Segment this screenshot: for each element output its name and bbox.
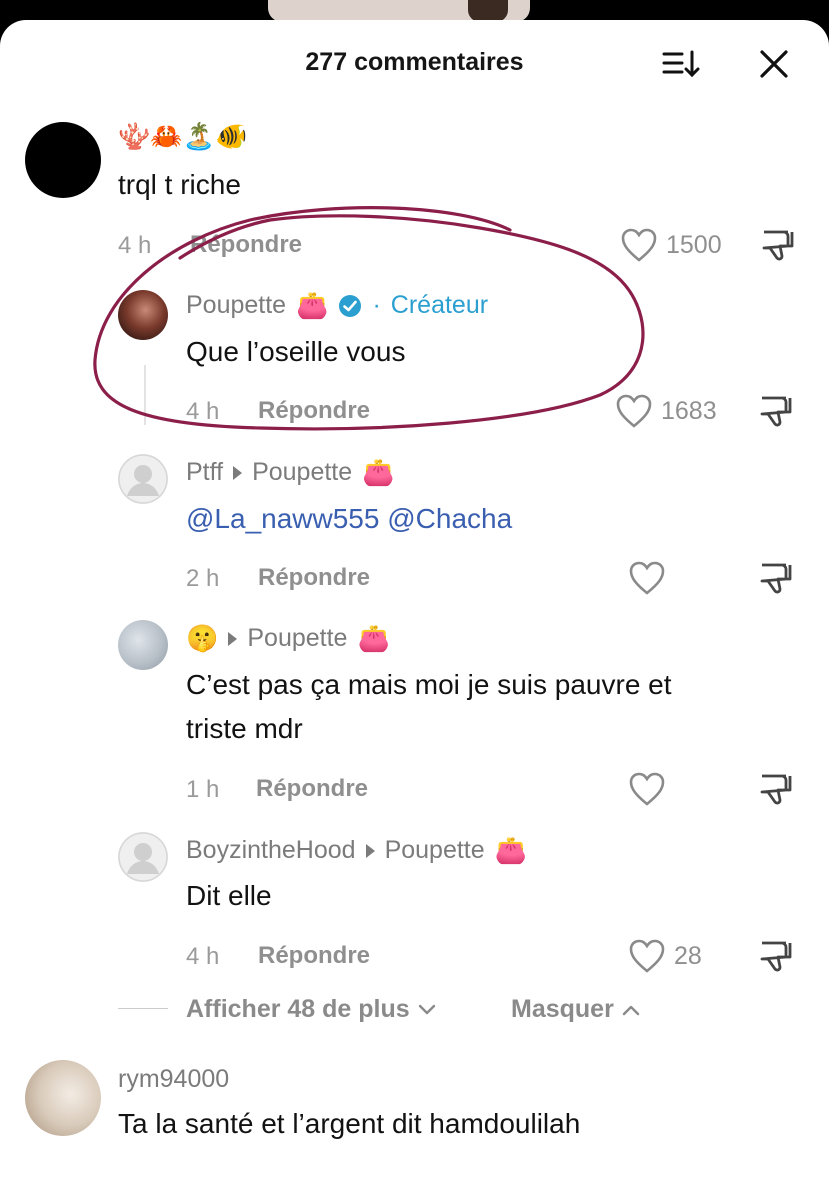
- comment-time: 2 h: [186, 565, 220, 592]
- purse-emoji: 👛: [357, 623, 390, 653]
- like-button[interactable]: [628, 560, 666, 596]
- reply-target: Poupette: [252, 458, 353, 486]
- comment-author[interactable]: 🪸🦀🏝️🐠: [118, 121, 248, 152]
- reply-target: Poupette: [247, 624, 348, 652]
- reply-arrow-icon: [233, 465, 243, 480]
- hide-button[interactable]: Masquer: [511, 995, 640, 1024]
- like-count: 28: [674, 941, 702, 970]
- default-avatar-icon[interactable]: [118, 454, 168, 504]
- video-preview: [268, 0, 530, 22]
- heart-icon: [629, 772, 665, 806]
- hide-label: Masquer: [511, 995, 614, 1023]
- dislike-icon[interactable]: [758, 226, 796, 264]
- purse-emoji: 👛: [494, 835, 528, 865]
- purse-emoji: 👛: [362, 457, 395, 487]
- dislike-icon[interactable]: [756, 392, 794, 430]
- like-button[interactable]: [628, 771, 666, 807]
- author-emoji-name: 🤫: [186, 623, 219, 653]
- comment-text: Ta la santé et l’argent dit hamdoulilah: [118, 1108, 581, 1139]
- dislike-icon[interactable]: [756, 559, 794, 597]
- reply-arrow-icon: [228, 631, 238, 646]
- avatar[interactable]: [25, 122, 101, 198]
- close-icon[interactable]: [756, 48, 792, 80]
- comment-text-line: C’est pas ça mais moi je suis pauvre et: [186, 669, 672, 700]
- comment-author[interactable]: BoyzintheHood Poupette 👛: [186, 835, 527, 866]
- comments-sheet: 277 commentaires 🪸🦀🏝️🐠 trql t riche 4 h …: [0, 20, 829, 1200]
- sort-icon[interactable]: [660, 48, 700, 80]
- heart-icon: [629, 939, 665, 973]
- like-count: 1683: [661, 396, 717, 425]
- comment-author[interactable]: rym94000: [118, 1065, 229, 1094]
- next-comment-row-partial: [0, 1170, 829, 1200]
- comment-time: 1 h: [186, 776, 220, 803]
- comment-mentions[interactable]: @La_naww555 @Chacha: [186, 497, 512, 541]
- author-name: BoyzintheHood: [186, 836, 356, 864]
- comment-time: 4 h: [186, 943, 220, 970]
- comment-author[interactable]: 🤫 Poupette 👛: [186, 623, 390, 654]
- comment-author[interactable]: Ptff Poupette 👛: [186, 457, 395, 488]
- like-button[interactable]: 28: [628, 938, 702, 974]
- avatar[interactable]: [118, 620, 168, 670]
- comment-count-title: 277 commentaires: [305, 48, 524, 76]
- reply-target: Poupette: [384, 836, 485, 864]
- thread-divider: [118, 1008, 168, 1009]
- chevron-down-icon: [418, 1004, 435, 1014]
- show-more-button[interactable]: Afficher 48 de plus: [186, 995, 436, 1024]
- comment-text: Dit elle: [186, 880, 272, 911]
- default-avatar-icon[interactable]: [118, 832, 168, 882]
- annotation-circle: [93, 206, 645, 431]
- show-more-label: Afficher 48 de plus: [186, 995, 410, 1023]
- like-count: 1500: [666, 230, 722, 259]
- avatar[interactable]: [25, 1060, 101, 1136]
- reply-button[interactable]: Répondre: [258, 942, 370, 970]
- reply-button[interactable]: Répondre: [256, 775, 368, 803]
- dislike-icon[interactable]: [756, 770, 794, 808]
- dislike-icon[interactable]: [756, 937, 794, 975]
- reply-button[interactable]: Répondre: [258, 564, 370, 592]
- heart-icon: [629, 561, 665, 595]
- author-name: Ptff: [186, 458, 224, 486]
- author-name: rym94000: [118, 1065, 230, 1093]
- author-emoji-name: 🪸🦀🏝️🐠: [118, 121, 248, 151]
- reply-arrow-icon: [365, 843, 375, 858]
- chevron-up-icon: [622, 1005, 640, 1015]
- comment-text-line: triste mdr: [186, 713, 303, 744]
